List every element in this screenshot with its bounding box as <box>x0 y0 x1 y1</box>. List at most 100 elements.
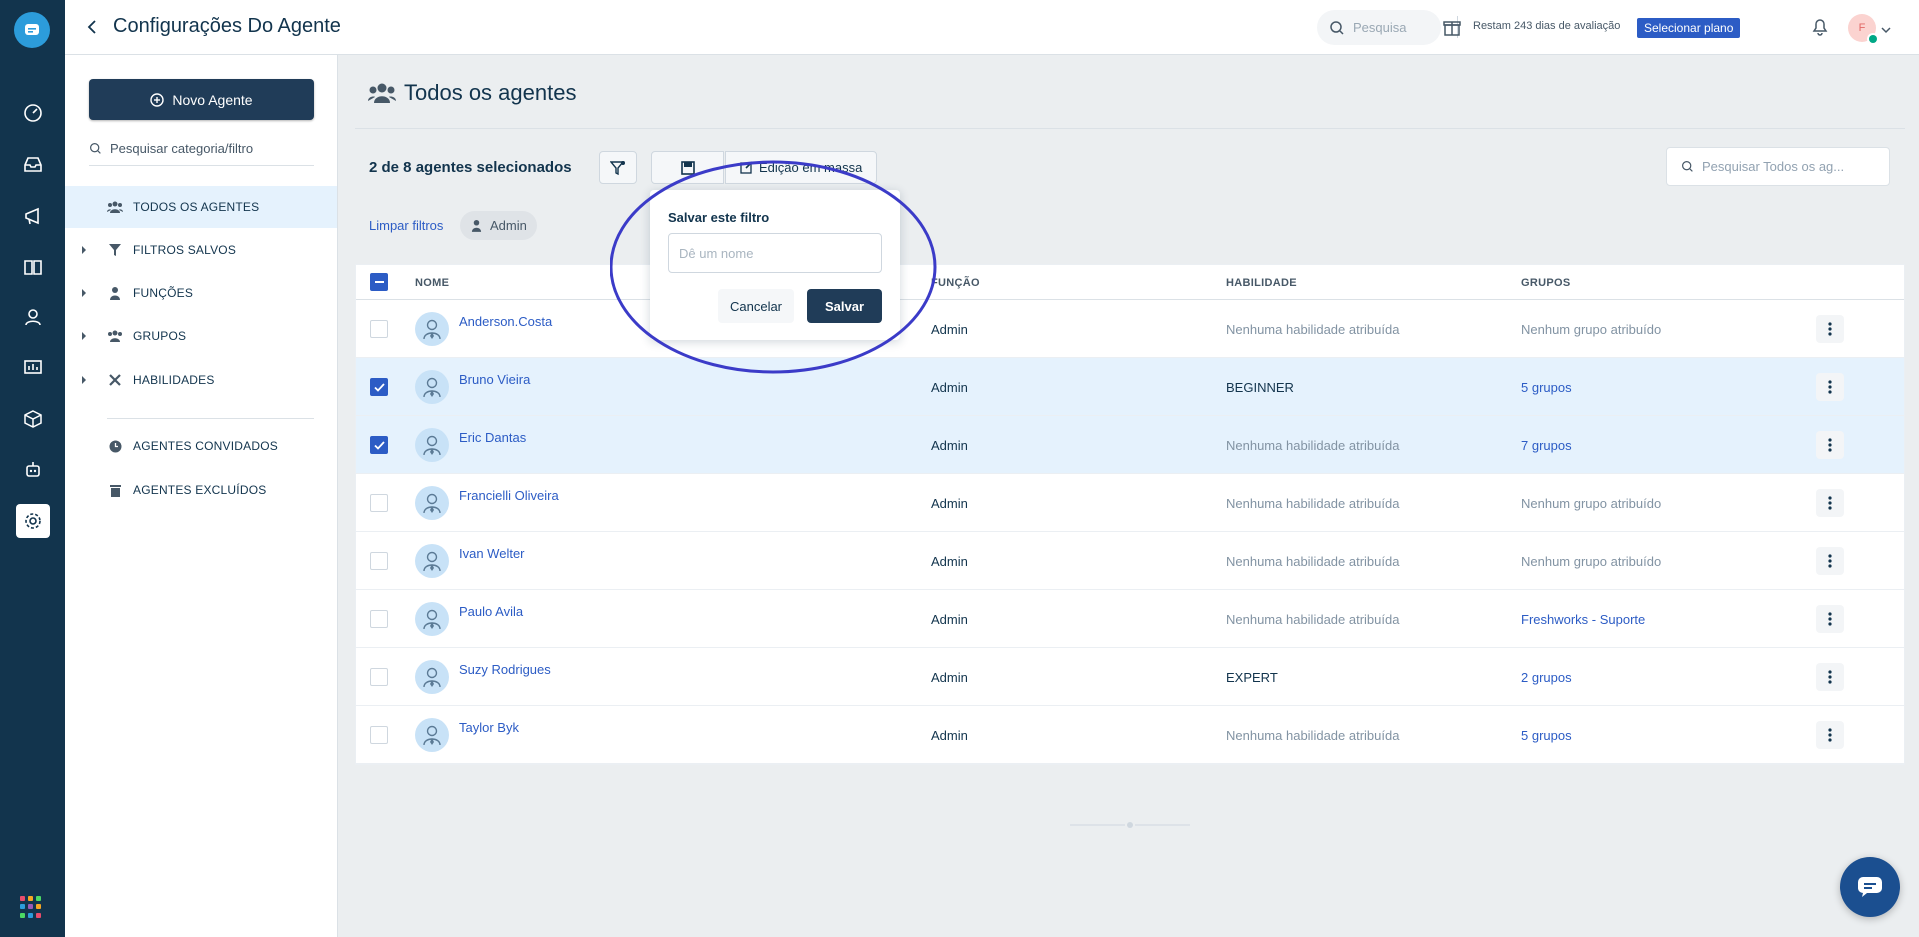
bot-icon[interactable] <box>16 453 50 487</box>
back-arrow-icon[interactable] <box>79 14 105 40</box>
agent-name-link[interactable]: Paulo Avila <box>459 604 523 619</box>
agent-avatar-icon <box>415 602 449 636</box>
caret-right-icon[interactable] <box>81 329 87 343</box>
role-filter-chip[interactable]: Admin <box>460 211 537 240</box>
user-avatar[interactable]: F <box>1848 14 1879 45</box>
chevron-down-icon[interactable] <box>1881 22 1891 37</box>
row-more-options-icon[interactable] <box>1816 315 1844 343</box>
row-more-options-icon[interactable] <box>1816 547 1844 575</box>
sidebar-item-deleted-agents[interactable]: AGENTES EXCLUÍDOS <box>65 469 337 511</box>
new-agent-label: Novo Agente <box>172 91 253 108</box>
agent-groups[interactable]: 5 grupos <box>1521 380 1572 395</box>
filter-name-input[interactable] <box>668 233 882 273</box>
row-more-options-icon[interactable] <box>1816 431 1844 459</box>
agent-name-link[interactable]: Taylor Byk <box>459 720 519 735</box>
table-header: NOME FUNÇÃO HABILIDADE GRUPOS <box>356 265 1904 300</box>
table-row[interactable]: Anderson.Costa Admin Nenhuma habilidade at… <box>356 300 1904 358</box>
sidebar-item-skills[interactable]: HABILIDADES <box>65 359 337 401</box>
row-checkbox[interactable] <box>370 610 388 628</box>
section-title-text: Todos os agentes <box>404 80 577 105</box>
filter-button[interactable] <box>599 151 637 184</box>
table-row[interactable]: Suzy Rodrigues Admin EXPERT 2 grupos <box>356 648 1904 706</box>
agent-groups[interactable]: 5 grupos <box>1521 728 1572 743</box>
chat-widget-button[interactable] <box>1840 857 1900 917</box>
sidebar-item-groups[interactable]: GRUPOS <box>65 315 337 357</box>
row-more-options-icon[interactable] <box>1816 663 1844 691</box>
save-button[interactable]: Salvar <box>807 289 882 323</box>
agent-groups: Nenhum grupo atribuído <box>1521 554 1662 569</box>
megaphone-icon[interactable] <box>16 199 50 233</box>
caret-right-icon[interactable] <box>81 243 87 257</box>
global-search[interactable]: Pesquisa <box>1317 10 1441 45</box>
agent-groups[interactable]: Freshworks - Suporte <box>1521 612 1645 627</box>
agent-role: Admin <box>931 322 968 337</box>
sidebar-item-invited-agents[interactable]: AGENTES CONVIDADOS <box>65 425 337 467</box>
select-plan-button[interactable]: Selecionar plano <box>1637 18 1741 38</box>
column-header-name[interactable]: NOME <box>415 277 449 289</box>
agent-groups: Nenhum grupo atribuído <box>1521 496 1662 511</box>
table-row[interactable]: Taylor Byk Admin Nenhuma habilidade atribu… <box>356 706 1904 764</box>
table-row[interactable]: Bruno Vieira Admin BEGINNER 5 grupos <box>356 358 1904 416</box>
bulk-edit-button[interactable]: Edição em massa <box>725 151 877 184</box>
agent-avatar-icon <box>415 486 449 520</box>
select-all-checkbox[interactable] <box>370 273 388 291</box>
row-checkbox[interactable] <box>370 378 388 396</box>
contacts-icon[interactable] <box>16 300 50 334</box>
category-search-input[interactable]: Pesquisar categoria/filtro <box>89 140 314 166</box>
agent-name-link[interactable]: Anderson.Costa <box>459 314 552 329</box>
row-checkbox[interactable] <box>370 668 388 686</box>
row-more-options-icon[interactable] <box>1816 489 1844 517</box>
agent-name-link[interactable]: Suzy Rodrigues <box>459 662 551 677</box>
agent-name-link[interactable]: Francielli Oliveira <box>459 488 559 503</box>
new-agent-button[interactable]: Novo Agente <box>89 79 314 120</box>
row-checkbox[interactable] <box>370 726 388 744</box>
settings-gear-icon[interactable] <box>16 504 50 538</box>
agent-role: Admin <box>931 554 968 569</box>
cube-icon[interactable] <box>16 402 50 436</box>
person-icon <box>107 286 123 300</box>
agent-name-link[interactable]: Ivan Welter <box>459 546 525 561</box>
table-row[interactable]: Ivan Welter Admin Nenhuma habilidade atrib… <box>356 532 1904 590</box>
column-header-groups[interactable]: GRUPOS <box>1521 277 1570 289</box>
sidebar-item-label: GRUPOS <box>133 329 187 343</box>
caret-right-icon[interactable] <box>81 373 87 387</box>
row-checkbox[interactable] <box>370 320 388 338</box>
left-nav-rail <box>0 0 65 937</box>
agent-skill: Nenhuma habilidade atribuída <box>1226 322 1400 337</box>
users-icon <box>107 201 123 213</box>
agent-groups[interactable]: 2 grupos <box>1521 670 1572 685</box>
row-more-options-icon[interactable] <box>1816 605 1844 633</box>
inbox-icon[interactable] <box>16 147 50 181</box>
book-icon[interactable] <box>16 250 50 284</box>
notification-bell-icon[interactable] <box>1808 15 1832 39</box>
save-filter-button[interactable] <box>651 151 724 184</box>
table-row[interactable]: Paulo Avila Admin Nenhuma habilidade atrib… <box>356 590 1904 648</box>
table-row[interactable]: Eric Dantas Admin Nenhuma habilidade atrib… <box>356 416 1904 474</box>
row-more-options-icon[interactable] <box>1816 721 1844 749</box>
top-bar: Configurações Do Agente Pesquisa Restam … <box>65 0 1919 55</box>
sidebar-item-saved-filters[interactable]: FILTROS SALVOS <box>65 229 337 271</box>
caret-right-icon[interactable] <box>81 286 87 300</box>
sidebar-item-roles[interactable]: FUNÇÕES <box>65 272 337 314</box>
sidebar-item-all-agents[interactable]: TODOS OS AGENTES <box>65 186 337 228</box>
cancel-button[interactable]: Cancelar <box>718 289 794 323</box>
clear-filters-link[interactable]: Limpar filtros <box>369 218 443 233</box>
column-header-role[interactable]: FUNÇÃO <box>931 277 980 289</box>
agents-search-input[interactable]: Pesquisar Todos os ag... <box>1666 147 1890 186</box>
agent-name-link[interactable]: Bruno Vieira <box>459 372 530 387</box>
row-more-options-icon[interactable] <box>1816 373 1844 401</box>
agent-role: Admin <box>931 728 968 743</box>
row-checkbox[interactable] <box>370 436 388 454</box>
column-header-skill[interactable]: HABILIDADE <box>1226 277 1297 289</box>
agent-name-link[interactable]: Eric Dantas <box>459 430 526 445</box>
dashboard-icon[interactable] <box>16 96 50 130</box>
agent-skill: Nenhuma habilidade atribuída <box>1226 554 1400 569</box>
table-row[interactable]: Francielli Oliveira Admin Nenhuma habilida… <box>356 474 1904 532</box>
row-checkbox[interactable] <box>370 552 388 570</box>
gift-icon[interactable] <box>1440 15 1464 39</box>
reports-icon[interactable] <box>16 351 50 385</box>
agent-groups[interactable]: 7 grupos <box>1521 438 1572 453</box>
row-checkbox[interactable] <box>370 494 388 512</box>
app-logo-icon[interactable] <box>14 12 50 48</box>
apps-grid-icon[interactable] <box>20 896 42 918</box>
